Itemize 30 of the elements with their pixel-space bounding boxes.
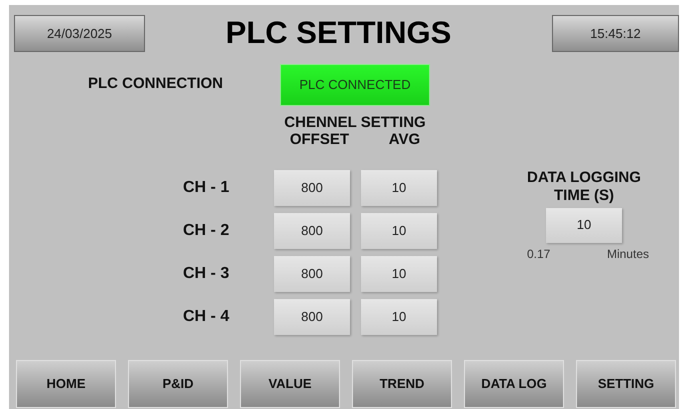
offset-field[interactable]: 800 <box>274 256 350 292</box>
avg-field[interactable]: 10 <box>361 298 437 334</box>
channel-label: CH - 1 <box>183 178 230 198</box>
nav-button[interactable]: SETTING <box>576 360 676 408</box>
connection-label: PLC CONNECTION <box>88 74 224 94</box>
nav-button[interactable]: P&ID <box>128 360 228 408</box>
logging-time-field[interactable]: 10 <box>546 208 622 242</box>
nav-button[interactable]: HOME <box>16 360 116 408</box>
nav-button[interactable]: DATA LOG <box>464 360 564 408</box>
time-display: 15:45:12 <box>552 14 679 52</box>
column-header: AVG <box>388 130 420 148</box>
offset-field[interactable]: 800 <box>274 212 350 248</box>
offset-field[interactable]: 800 <box>274 298 350 334</box>
avg-field[interactable]: 10 <box>361 170 437 206</box>
data-logging-title: DATA LOGGING TIME (S) <box>526 168 642 204</box>
nav-button[interactable]: VALUE <box>240 360 340 408</box>
avg-field[interactable]: 10 <box>361 212 437 248</box>
connection-status: PLC CONNECTED <box>280 64 430 106</box>
offset-field[interactable]: 800 <box>274 170 350 206</box>
nav-button[interactable]: TREND <box>352 360 452 408</box>
column-header: OFFSET <box>290 130 350 148</box>
minutes-value: 0.17 <box>527 246 550 262</box>
avg-field[interactable]: 10 <box>361 256 437 292</box>
page-title: PLC SETTINGS <box>226 14 452 52</box>
channel-setting-title: CHENNEL SETTING <box>284 114 426 130</box>
date-display: 24/03/2025 <box>14 14 145 52</box>
channel-label: CH - 4 <box>183 306 230 326</box>
minutes-unit: Minutes <box>606 246 649 262</box>
channel-label: CH - 2 <box>183 220 230 240</box>
channel-label: CH - 3 <box>183 264 230 284</box>
